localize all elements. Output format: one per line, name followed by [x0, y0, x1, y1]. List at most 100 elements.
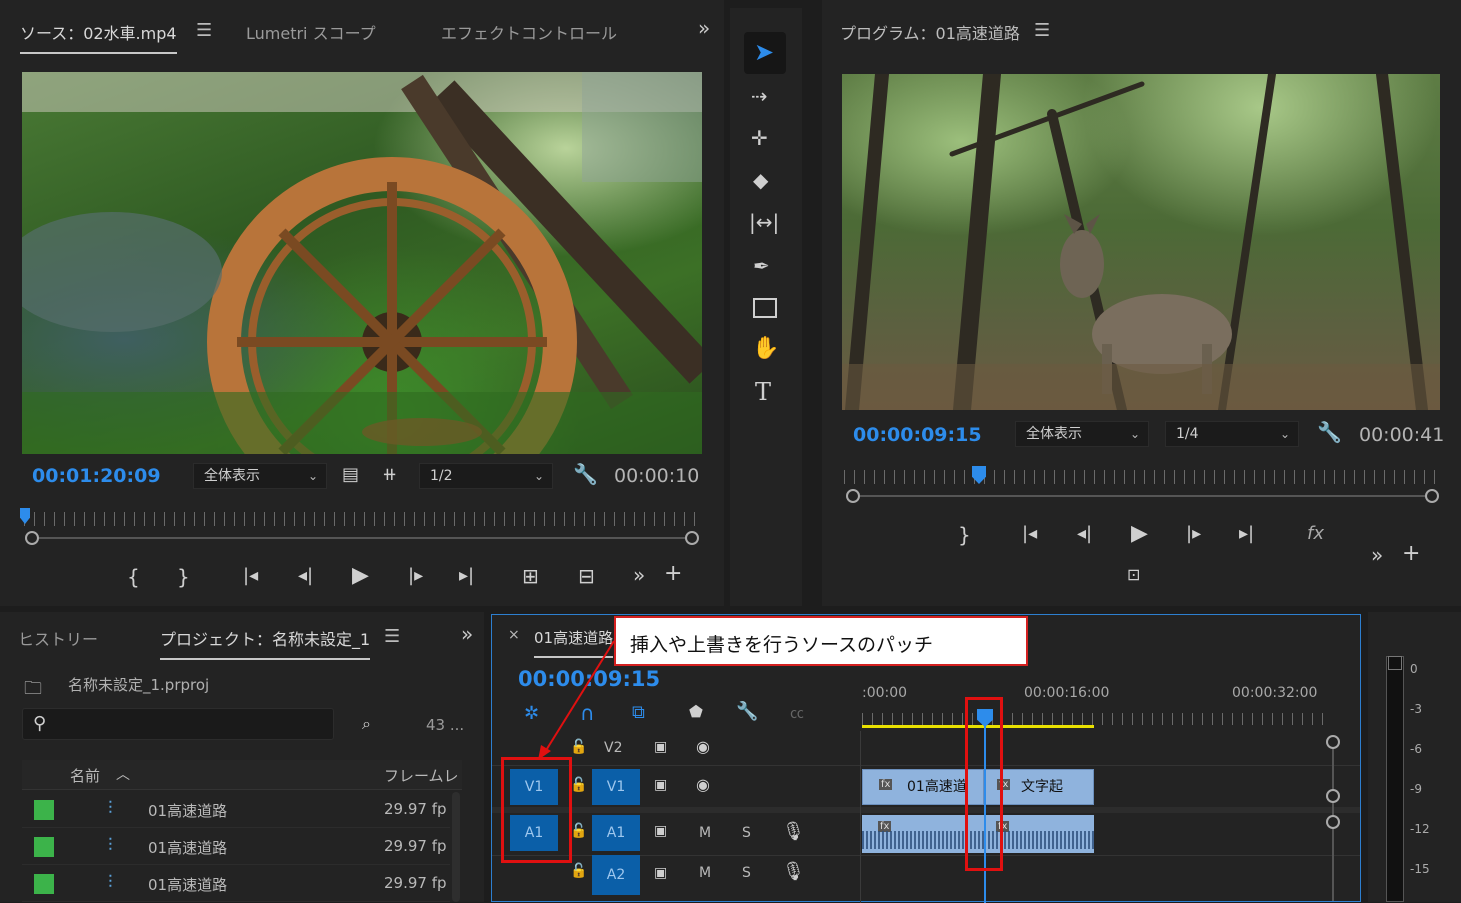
tab-sequence[interactable]: 01高速道路 [534, 627, 614, 658]
tab-history[interactable]: ヒストリー [18, 626, 98, 650]
eye-icon[interactable]: ◉ [696, 775, 710, 794]
mute-button[interactable]: M [699, 825, 711, 841]
eye-icon[interactable]: ◉ [696, 737, 710, 756]
solo-button[interactable]: S [742, 865, 751, 881]
play-icon[interactable]: ▶ [1131, 521, 1148, 546]
lock-icon[interactable]: 🔓 [570, 863, 587, 879]
program-video-frame[interactable] [842, 74, 1440, 410]
label-color-swatch[interactable] [34, 800, 54, 820]
add-button-icon[interactable]: + [664, 561, 682, 586]
add-button-icon[interactable]: + [1402, 541, 1420, 566]
go-to-in-icon[interactable]: |◂ [243, 565, 258, 586]
mark-in-icon[interactable]: { [127, 565, 140, 589]
go-to-out-icon[interactable]: ▸| [459, 565, 474, 586]
selection-arrow-icon[interactable]: ➤ [754, 38, 774, 66]
drag-audio-only-icon[interactable]: ⧺ [382, 464, 397, 485]
play-icon[interactable]: ▶ [352, 563, 369, 588]
scroll-handle-mid[interactable] [1326, 789, 1340, 803]
wrench-icon[interactable]: 🔧 [573, 462, 598, 486]
label-color-swatch[interactable] [34, 874, 54, 894]
hamburger-icon[interactable]: ☰ [1034, 20, 1050, 41]
add-marker-icon[interactable]: ⬟ [689, 702, 703, 721]
hand-icon[interactable]: ✋ [752, 336, 779, 361]
track-v1-target[interactable]: V1 [592, 769, 640, 805]
nest-icon[interactable]: ✲ [524, 703, 539, 724]
track-a1-target[interactable]: A1 [592, 815, 640, 851]
scroll-handle-bottom[interactable] [1326, 815, 1340, 829]
double-chevron-right-icon[interactable]: » [698, 16, 710, 40]
tab-program[interactable]: プログラム：01高速道路 [840, 20, 1020, 44]
program-time-ruler[interactable] [844, 470, 1440, 484]
source-zoom-right-handle[interactable] [685, 531, 699, 545]
insert-icon[interactable]: ⊞ [522, 564, 539, 588]
razor-icon[interactable]: ◆ [753, 168, 768, 192]
pen-icon[interactable]: ✒ [753, 254, 770, 278]
step-back-icon[interactable]: ◂| [298, 565, 313, 586]
wrench-icon[interactable]: 🔧 [1317, 420, 1342, 444]
timeline-time-ruler[interactable] [862, 713, 1332, 725]
step-back-icon[interactable]: ◂| [1077, 523, 1092, 544]
wrench-icon[interactable]: 🔧 [736, 701, 758, 722]
slip-icon[interactable]: |↔| [749, 210, 779, 234]
source-zoom-left-handle[interactable] [25, 531, 39, 545]
project-search-input[interactable]: ⚲ [22, 708, 334, 740]
column-name-header[interactable]: 名前 [70, 765, 100, 786]
solo-button[interactable]: S [742, 825, 751, 841]
list-item[interactable]: ⫶ 01高速道路 29.97 fp [22, 866, 450, 902]
program-zoom-bar[interactable] [852, 495, 1432, 497]
tab-effect-controls[interactable]: エフェクトコントロール [441, 20, 617, 44]
drag-video-only-icon[interactable]: ▤ [342, 464, 359, 485]
mute-button[interactable]: M [699, 865, 711, 881]
sync-lock-icon[interactable]: ▣ [654, 865, 667, 881]
double-chevron-right-icon[interactable]: » [461, 622, 473, 646]
linked-selection-icon[interactable]: ⧉ [632, 702, 645, 723]
sort-ascending-icon[interactable]: ︿ [116, 764, 130, 784]
program-timecode[interactable]: 00:00:09:15 [853, 424, 982, 446]
sync-lock-icon[interactable]: ▣ [654, 823, 667, 839]
hamburger-icon[interactable]: ☰ [196, 20, 212, 41]
source-zoom-bar[interactable] [32, 537, 692, 539]
multi-camera-icon[interactable]: ⊡ [1127, 565, 1140, 584]
source-video-frame[interactable] [22, 72, 702, 454]
lock-icon[interactable]: 🔓 [570, 823, 587, 839]
program-zoom-left-handle[interactable] [846, 489, 860, 503]
microphone-icon[interactable]: 🎙 [782, 861, 805, 882]
snap-magnet-icon[interactable]: ∩ [580, 701, 595, 725]
step-forward-icon[interactable]: |▸ [408, 565, 423, 586]
track-select-icon[interactable]: ⇢ [751, 84, 768, 108]
go-to-out-icon[interactable]: ▸| [1239, 523, 1254, 544]
double-chevron-right-icon[interactable]: » [1371, 543, 1383, 567]
program-fit-dropdown[interactable]: 全体表示 ⌄ [1015, 421, 1149, 447]
program-zoom-right-handle[interactable] [1425, 489, 1439, 503]
program-resolution-dropdown[interactable]: 1/4 ⌄ [1165, 421, 1299, 447]
step-forward-icon[interactable]: |▸ [1186, 523, 1201, 544]
scroll-handle-top[interactable] [1326, 735, 1340, 749]
find-icon[interactable]: ⌕ [362, 714, 371, 734]
go-to-in-icon[interactable]: |◂ [1022, 523, 1037, 544]
close-icon[interactable]: × [508, 627, 520, 643]
column-framerate-header[interactable]: フレームレ [384, 765, 459, 786]
source-timecode[interactable]: 00:01:20:09 [32, 465, 161, 487]
double-chevron-right-icon[interactable]: » [633, 563, 645, 587]
sync-lock-icon[interactable]: ▣ [654, 739, 667, 755]
rectangle-icon[interactable] [753, 298, 777, 318]
source-resolution-dropdown[interactable]: 1/2 ⌄ [419, 463, 553, 489]
overwrite-icon[interactable]: ⊟ [578, 564, 595, 588]
label-color-swatch[interactable] [34, 837, 54, 857]
mark-out-icon[interactable]: } [177, 565, 190, 589]
type-icon[interactable]: T [755, 378, 771, 406]
ripple-edit-icon[interactable]: ✛ [751, 126, 768, 150]
microphone-icon[interactable]: 🎙 [782, 821, 805, 842]
project-scrollbar[interactable] [452, 792, 460, 902]
tab-lumetri-scopes[interactable]: Lumetri スコープ [246, 20, 376, 44]
source-fit-dropdown[interactable]: 全体表示 ⌄ [193, 463, 327, 489]
fx-icon[interactable]: fx [1307, 523, 1324, 544]
lock-icon[interactable]: 🔓 [570, 739, 587, 755]
lock-icon[interactable]: 🔓 [570, 777, 587, 793]
list-item[interactable]: ⫶ 01高速道路 29.97 fp [22, 792, 450, 828]
timeline-timecode[interactable]: 00:00:09:15 [518, 667, 660, 691]
tab-project[interactable]: プロジェクト：名称未設定_1 [160, 626, 371, 660]
captions-icon[interactable]: ㏄ [790, 703, 804, 723]
tab-source[interactable]: ソース：02水車.mp4 [20, 20, 177, 54]
sync-lock-icon[interactable]: ▣ [654, 777, 667, 793]
